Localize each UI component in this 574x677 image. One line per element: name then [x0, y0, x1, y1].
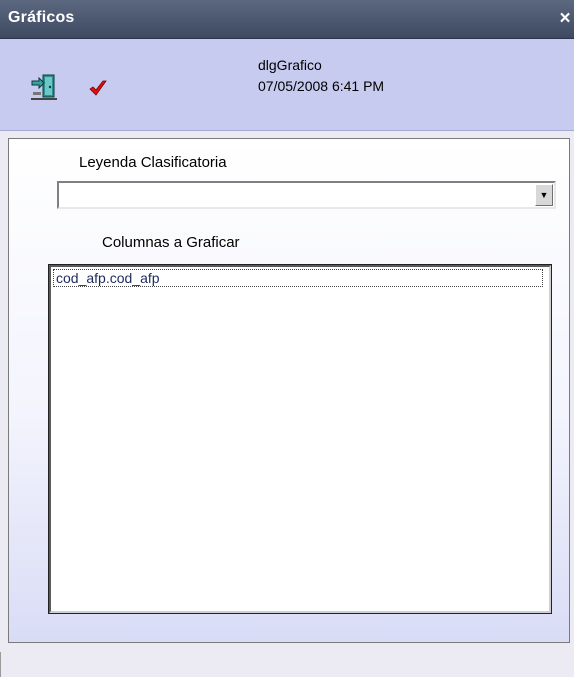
dialog-name: dlgGrafico [258, 57, 322, 73]
chevron-down-icon[interactable]: ▼ [535, 184, 553, 206]
list-item[interactable]: cod_afp.cod_afp [53, 269, 543, 287]
dialog-header: dlgGrafico 07/05/2008 6:41 PM [0, 39, 574, 131]
title-bar: Gráficos × [0, 0, 574, 39]
columns-listbox[interactable]: cod_afp.cod_afp [49, 265, 551, 613]
legend-combobox[interactable]: ▼ [57, 181, 556, 209]
form-panel: Leyenda Clasificatoria ▼ Columnas a Graf… [8, 138, 570, 643]
exit-door-icon[interactable] [31, 72, 59, 102]
window-title: Gráficos [8, 9, 75, 26]
status-area [0, 652, 574, 677]
red-check-icon[interactable] [88, 79, 108, 99]
columns-label: Columnas a Graficar [102, 234, 240, 251]
close-button[interactable]: × [556, 9, 574, 28]
legend-label: Leyenda Clasificatoria [79, 154, 227, 171]
dialog-datetime: 07/05/2008 6:41 PM [258, 78, 385, 94]
